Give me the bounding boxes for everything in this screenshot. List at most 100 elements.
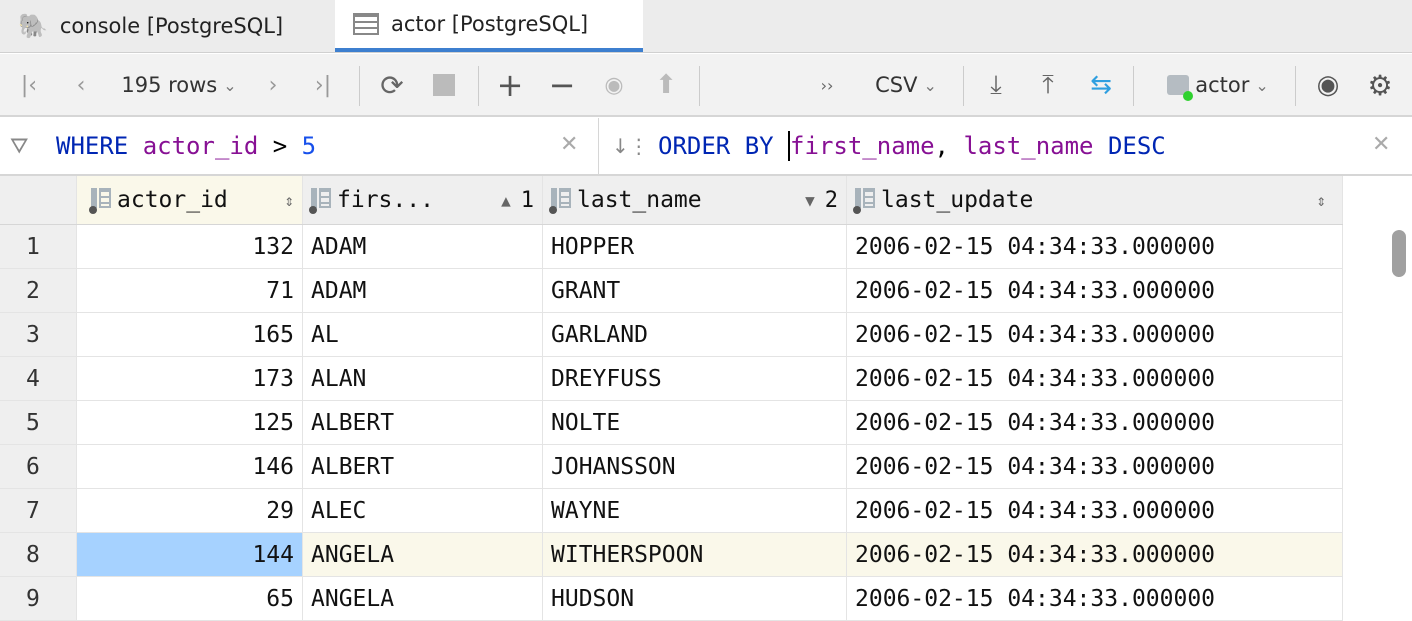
sort-asc-icon[interactable]: ▲: [501, 191, 511, 210]
tab-bar: 🐘 console [PostgreSQL] actor [PostgreSQL…: [0, 0, 1412, 53]
order-direction: DESC: [1108, 132, 1166, 160]
cell-actor-id[interactable]: 144: [77, 533, 303, 576]
cell-first-name[interactable]: ALAN: [303, 357, 543, 400]
table-row[interactable]: 3 165 AL GARLAND 2006-02-15 04:34:33.000…: [0, 313, 1343, 357]
more-icon[interactable]: ››: [814, 54, 840, 116]
cell-last-name[interactable]: HUDSON: [543, 577, 847, 620]
cell-last-name[interactable]: DREYFUSS: [543, 357, 847, 400]
download-icon[interactable]: ⤓: [980, 54, 1012, 116]
column-name: last_name: [577, 187, 702, 213]
table-row[interactable]: 5 125 ALBERT NOLTE 2006-02-15 04:34:33.0…: [0, 401, 1343, 445]
where-input[interactable]: WHERE actor_id > 5: [56, 118, 536, 174]
cell-first-name[interactable]: ANGELA: [303, 577, 543, 620]
cell-last-name[interactable]: WAYNE: [543, 489, 847, 532]
cell-last-name[interactable]: GRANT: [543, 269, 847, 312]
cell-actor-id[interactable]: 165: [77, 313, 303, 356]
cell-first-name[interactable]: ALEC: [303, 489, 543, 532]
sort-desc-icon[interactable]: ▼: [805, 191, 815, 210]
cell-last-name[interactable]: GARLAND: [543, 313, 847, 356]
row-number-header: [0, 176, 77, 224]
table-row[interactable]: 2 71 ADAM GRANT 2006-02-15 04:34:33.0000…: [0, 269, 1343, 313]
datasource-label: actor: [1195, 73, 1249, 97]
last-page-icon[interactable]: ›|: [308, 54, 338, 116]
add-row-icon[interactable]: +: [494, 54, 526, 116]
cell-actor-id[interactable]: 71: [77, 269, 303, 312]
cell-last-update[interactable]: 2006-02-15 04:34:33.000000: [847, 225, 1343, 268]
column-header-first-name[interactable]: firs...▲1: [303, 176, 543, 224]
cell-last-update[interactable]: 2006-02-15 04:34:33.000000: [847, 401, 1343, 444]
toolbar: |‹ ‹ 195 rows⌄ › ›| ⟳ + − ◉ ⬆ ›› CSV⌄ ⤓ …: [0, 54, 1412, 117]
row-number: 4: [0, 357, 77, 400]
upload-icon[interactable]: ⤒: [1032, 54, 1064, 116]
cell-first-name[interactable]: AL: [303, 313, 543, 356]
column-header-last-update[interactable]: last_update ⇕: [847, 176, 1343, 224]
cell-first-name[interactable]: ADAM: [303, 225, 543, 268]
previous-page-icon[interactable]: ‹: [66, 54, 96, 116]
order-by-input[interactable]: ORDER BY first_name, last_name DESC: [658, 118, 1358, 174]
column-header-last-name[interactable]: last_name▼2: [543, 176, 847, 224]
cell-actor-id[interactable]: 29: [77, 489, 303, 532]
row-number: 5: [0, 401, 77, 444]
table-row[interactable]: 9 65 ANGELA HUDSON 2006-02-15 04:34:33.0…: [0, 577, 1343, 621]
table-row[interactable]: 8 144 ANGELA WITHERSPOON 2006-02-15 04:3…: [0, 533, 1343, 577]
table-row[interactable]: 4 173 ALAN DREYFUSS 2006-02-15 04:34:33.…: [0, 357, 1343, 401]
column-icon: [551, 188, 571, 212]
cell-first-name[interactable]: ALBERT: [303, 445, 543, 488]
cell-last-name[interactable]: NOLTE: [543, 401, 847, 444]
refresh-icon[interactable]: ⟳: [376, 54, 408, 116]
cell-last-name[interactable]: HOPPER: [543, 225, 847, 268]
cell-first-name[interactable]: ADAM: [303, 269, 543, 312]
table-row[interactable]: 6 146 ALBERT JOHANSSON 2006-02-15 04:34:…: [0, 445, 1343, 489]
vertical-scrollbar[interactable]: [1392, 230, 1406, 277]
filter-icon[interactable]: ⛛: [10, 118, 28, 174]
format-dropdown[interactable]: CSV⌄: [866, 54, 946, 116]
row-number: 3: [0, 313, 77, 356]
cell-last-update[interactable]: 2006-02-15 04:34:33.000000: [847, 269, 1343, 312]
cell-last-update[interactable]: 2006-02-15 04:34:33.000000: [847, 357, 1343, 400]
cell-last-update[interactable]: 2006-02-15 04:34:33.000000: [847, 489, 1343, 532]
sort-toggle-icon[interactable]: ⇕: [1316, 191, 1326, 210]
submit-icon[interactable]: ⬆: [650, 54, 682, 116]
cell-actor-id[interactable]: 146: [77, 445, 303, 488]
view-icon[interactable]: ◉: [1310, 54, 1346, 116]
cell-last-name[interactable]: WITHERSPOON: [543, 533, 847, 576]
cell-last-update[interactable]: 2006-02-15 04:34:33.000000: [847, 533, 1343, 576]
cell-last-name[interactable]: JOHANSSON: [543, 445, 847, 488]
sort-toggle-icon[interactable]: ⇕: [284, 191, 294, 210]
where-column: actor_id: [143, 132, 259, 160]
cell-last-update[interactable]: 2006-02-15 04:34:33.000000: [847, 313, 1343, 356]
table-row[interactable]: 7 29 ALEC WAYNE 2006-02-15 04:34:33.0000…: [0, 489, 1343, 533]
header-row: actor_id⇕ firs...▲1 last_name▼2 last_upd…: [0, 176, 1343, 225]
cell-first-name[interactable]: ALBERT: [303, 401, 543, 444]
rows-dropdown[interactable]: 195 rows ⌄: [114, 54, 244, 116]
cell-actor-id[interactable]: 65: [77, 577, 303, 620]
sort-icon[interactable]: ↓⋮: [612, 118, 649, 174]
delete-row-icon[interactable]: −: [546, 54, 578, 116]
cell-first-name[interactable]: ANGELA: [303, 533, 543, 576]
cell-actor-id[interactable]: 125: [77, 401, 303, 444]
cell-actor-id[interactable]: 173: [77, 357, 303, 400]
column-header-actor-id[interactable]: actor_id⇕: [77, 176, 303, 224]
data-grid: actor_id⇕ firs...▲1 last_name▼2 last_upd…: [0, 176, 1343, 621]
rows-label: 195 rows: [121, 73, 217, 97]
gear-icon[interactable]: ⚙: [1362, 54, 1398, 116]
cell-last-update[interactable]: 2006-02-15 04:34:33.000000: [847, 577, 1343, 620]
column-name: last_update: [881, 187, 1033, 213]
chevron-down-icon: ⌄: [223, 76, 236, 95]
cell-last-update[interactable]: 2006-02-15 04:34:33.000000: [847, 445, 1343, 488]
postgresql-elephant-icon: 🐘: [18, 12, 48, 40]
compare-icon[interactable]: ⇆: [1084, 54, 1118, 116]
revert-icon[interactable]: ◉: [598, 54, 630, 116]
clear-where-icon[interactable]: ✕: [560, 132, 578, 157]
cell-actor-id[interactable]: 132: [77, 225, 303, 268]
table-icon: [353, 13, 379, 35]
first-page-icon[interactable]: |‹: [14, 54, 44, 116]
table-row[interactable]: 1 132 ADAM HOPPER 2006-02-15 04:34:33.00…: [0, 225, 1343, 269]
stop-icon[interactable]: [428, 54, 460, 116]
primary-key-column-icon: [91, 188, 111, 212]
next-page-icon[interactable]: ›: [258, 54, 288, 116]
tab-actor[interactable]: actor [PostgreSQL]: [335, 0, 643, 52]
datasource-dropdown[interactable]: actor⌄: [1158, 54, 1278, 116]
tab-console[interactable]: 🐘 console [PostgreSQL]: [0, 0, 335, 52]
clear-order-icon[interactable]: ✕: [1372, 132, 1390, 157]
